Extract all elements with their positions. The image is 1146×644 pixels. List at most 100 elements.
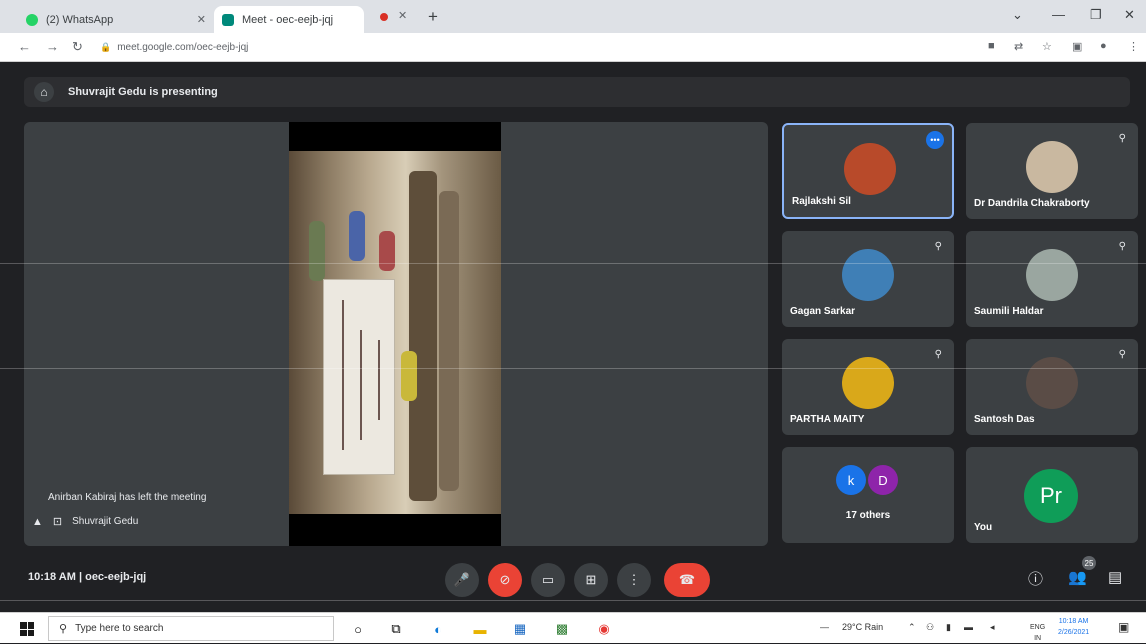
tab-meet[interactable]: Meet - oec-eejb-jqj — [214, 6, 364, 33]
battery-icon[interactable]: ▬ — [964, 622, 973, 632]
meeting-time: 10:18 AM — [28, 571, 76, 583]
participant-name: Rajlakshi Sil — [792, 196, 851, 207]
weather-icon[interactable]: — — [820, 622, 829, 632]
whatsapp-icon — [26, 13, 38, 26]
avatar — [844, 143, 896, 195]
participant-name: Santosh Das — [974, 414, 1035, 425]
task-view-icon[interactable]: ⧉ — [386, 619, 406, 639]
tab-whatsapp[interactable]: (2) WhatsApp ✕ — [18, 6, 214, 33]
clock-date: 2/26/2021 — [1058, 629, 1090, 636]
shared-screen — [289, 122, 501, 546]
captions-button[interactable]: ▭ — [531, 563, 565, 597]
clock-time: 10:18 AM — [1058, 618, 1089, 625]
avatar — [1026, 249, 1078, 301]
pip-icon[interactable]: ⊡ — [53, 515, 62, 528]
participant-tile[interactable]: ⚲ Saumili Haldar — [966, 231, 1138, 327]
minimize-button[interactable]: — — [1052, 7, 1065, 22]
photo-banner — [323, 279, 395, 475]
participant-tile[interactable]: ••• Rajlakshi Sil — [782, 123, 954, 219]
meeting-details: 10:18 AM | oec-eejb-jqj — [28, 571, 146, 583]
people-count-badge: 25 — [1082, 556, 1096, 570]
participant-tile[interactable]: ⚲ Dr Dandrila Chakraborty — [966, 123, 1138, 219]
others-count: 17 others — [845, 510, 891, 521]
app-icon[interactable]: ▩ — [552, 619, 572, 639]
file-explorer-icon[interactable]: ▬ — [470, 619, 490, 639]
volume-icon[interactable]: ◂ — [990, 622, 995, 633]
mic-off-icon: ⚲ — [1118, 241, 1126, 252]
participant-tile[interactable]: ⚲ Gagan Sarkar — [782, 231, 954, 327]
avatar — [842, 249, 894, 301]
participant-name: Dr Dandrila Chakraborty — [974, 198, 1090, 209]
mic-tray-icon[interactable]: ▮ — [946, 622, 951, 633]
presentation-stage: Anirban Kabiraj has left the meeting ▲ ⊡… — [24, 122, 768, 546]
participant-name: PARTHA MAITY — [790, 414, 865, 425]
avatar: Pr — [1024, 469, 1078, 523]
browser-tab-strip: (2) WhatsApp ✕ Meet - oec-eejb-jqj ✕ + ⌄… — [0, 0, 1146, 33]
search-placeholder: Type here to search — [75, 623, 164, 634]
new-tab-button[interactable]: + — [428, 7, 438, 27]
mic-off-icon: ⚲ — [1118, 133, 1126, 144]
chrome-icon[interactable]: ◉ — [594, 619, 614, 639]
info-icon[interactable]: ⓘ — [1028, 568, 1043, 589]
menu-icon[interactable]: ⋮ — [1128, 40, 1139, 53]
url-text: meet.google.com/oec-eejb-jqj — [117, 42, 249, 53]
weather-text[interactable]: 29°C Rain — [842, 622, 883, 632]
cast-icon[interactable]: ⇄ — [1014, 40, 1023, 53]
close-window-button[interactable]: ✕ — [1124, 7, 1135, 23]
meeting-controls: 10:18 AM | oec-eejb-jqj 🎤 ⊘ ▭ ⊞ ⋮ ☎ ⓘ 👥 … — [10, 556, 1146, 600]
camera-icon[interactable]: ■ — [988, 40, 995, 52]
profile-icon[interactable]: ● — [1100, 40, 1107, 52]
meet-icon — [222, 13, 234, 26]
search-icon: ⚲ — [59, 623, 68, 635]
edge-icon[interactable]: ◐ — [428, 619, 448, 639]
close-tab-icon[interactable]: ✕ — [398, 9, 407, 22]
participant-tile[interactable]: ⚲ PARTHA MAITY — [782, 339, 954, 435]
taskbar-search[interactable]: ⚲ Type here to search — [48, 616, 334, 641]
separator: | — [78, 571, 83, 583]
tab-title: (2) WhatsApp — [46, 13, 114, 26]
chevron-up-icon[interactable]: ⌃ — [908, 622, 916, 633]
restore-button[interactable]: ❐ — [1090, 7, 1102, 23]
more-options-button[interactable]: ⋮ — [617, 563, 651, 597]
lang: ENG — [1030, 624, 1046, 631]
language-indicator[interactable]: ENG IN — [1030, 622, 1045, 644]
notification-icon[interactable]: ▣ — [1118, 620, 1129, 634]
taskbar-clock[interactable]: 10:18 AM 2/26/2021 — [1058, 616, 1089, 638]
reload-icon[interactable]: ↻ — [72, 39, 83, 55]
participant-name: Saumili Haldar — [974, 306, 1044, 317]
others-tile[interactable]: k D 17 others — [782, 447, 954, 543]
mic-off-icon: ⚲ — [1118, 349, 1126, 360]
participant-name: You — [974, 522, 993, 533]
participant-tile[interactable]: ⚲ Santosh Das — [966, 339, 1138, 435]
self-tile[interactable]: Pr You — [966, 447, 1138, 543]
lock-icon: 🔒 — [100, 42, 112, 52]
mic-off-icon: ⚲ — [934, 241, 942, 252]
avatar: D — [868, 465, 898, 495]
url-field[interactable]: 🔒 meet.google.com/oec-eejb-jqj — [100, 37, 980, 58]
presenting-banner: ⌂ Shuvrajit Gedu is presenting — [24, 77, 1130, 107]
presentation-label: ▲ ⊡ Shuvrajit Gedu — [32, 515, 139, 529]
windows-start-icon[interactable] — [20, 622, 34, 636]
forward-icon[interactable]: → — [46, 39, 59, 54]
people-icon[interactable]: 👥 — [1068, 568, 1087, 586]
extensions-icon[interactable]: ▣ — [1072, 40, 1082, 53]
cortana-icon[interactable]: ○ — [348, 619, 368, 639]
pin-icon[interactable]: ▲ — [32, 516, 43, 528]
speaking-indicator-icon: ••• — [926, 131, 944, 149]
leave-call-button[interactable]: ☎ — [664, 563, 710, 597]
bluetooth-icon[interactable]: ⚇ — [926, 622, 934, 633]
camera-off-button[interactable]: ⊘ — [488, 563, 522, 597]
present-button[interactable]: ⊞ — [574, 563, 608, 597]
close-tab-icon[interactable]: ✕ — [197, 13, 206, 26]
chevron-down-icon[interactable]: ⌄ — [1012, 7, 1023, 23]
star-icon[interactable]: ☆ — [1042, 40, 1052, 53]
back-icon[interactable]: ← — [18, 39, 31, 54]
mic-off-icon: ⚲ — [934, 349, 942, 360]
mic-button[interactable]: 🎤 — [445, 563, 479, 597]
address-bar: ← → ↻ 🔒 meet.google.com/oec-eejb-jqj ■ ⇄… — [0, 33, 1146, 62]
presenter-name: Shuvrajit Gedu — [72, 516, 139, 527]
store-icon[interactable]: ▦ — [510, 619, 530, 639]
chat-icon[interactable]: ▤ — [1108, 568, 1122, 586]
participant-name: Gagan Sarkar — [790, 306, 856, 317]
shared-photo — [289, 151, 501, 514]
